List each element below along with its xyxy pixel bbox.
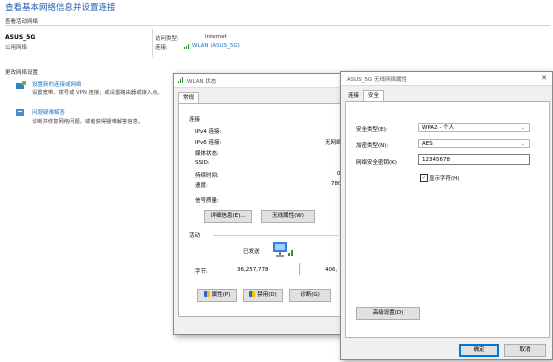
troubleshoot-icon xyxy=(15,108,27,118)
activity-divider xyxy=(213,235,338,236)
connection-link[interactable]: WLAN (ASUS_5G) xyxy=(192,43,240,49)
active-networks-heading: 查看活动网络 xyxy=(5,19,39,25)
media-state-label: 媒体状态: xyxy=(195,151,219,157)
cancel-button[interactable]: 取消 xyxy=(504,344,546,357)
divider xyxy=(5,25,550,26)
connection-label: 连接: xyxy=(155,45,168,51)
duration-label: 持续时间: xyxy=(195,173,219,179)
wireless-properties-button[interactable]: 无线属性(W) xyxy=(261,210,315,223)
diagnose-button[interactable]: 诊断(G) xyxy=(289,289,331,302)
signal-quality-label: 信号质量: xyxy=(195,198,219,204)
activity-section-label: 活动 xyxy=(189,233,201,239)
general-panel: 连接 IPv4 连接: IPv6 连接: 无网络 媒体状态: SSID: 持续时… xyxy=(178,103,342,317)
wlan-icon xyxy=(178,77,184,83)
bytes-label: 字节: xyxy=(195,269,208,275)
task-new-connection-link[interactable]: 设置新的连接或网络 xyxy=(32,80,82,88)
chevron-down-icon: ⌄ xyxy=(520,141,525,147)
network-name: ASUS_5G xyxy=(5,34,36,41)
ok-button[interactable]: 确定 xyxy=(459,344,499,357)
encryption-type-select[interactable]: AES ⌄ xyxy=(418,139,530,148)
show-characters-checkbox[interactable]: ✓ xyxy=(420,174,428,182)
wlan-status-titlebar: WLAN 状态 xyxy=(174,74,344,88)
access-type-value: Internet xyxy=(205,34,227,40)
advanced-settings-button[interactable]: 高级设置(D) xyxy=(356,307,420,320)
properties-button-label: 属性(P) xyxy=(211,292,231,298)
security-type-value: WPA2 - 个人 xyxy=(422,125,455,131)
wifi-signal-icon xyxy=(184,44,190,49)
tab-security[interactable]: 安全 xyxy=(363,90,385,101)
security-panel: 安全类型(E): WPA2 - 个人 ⌄ 加密类型(N): AES ⌄ 网络安全… xyxy=(345,101,550,338)
details-button[interactable]: 详细信息(E)... xyxy=(204,210,252,223)
tab-general[interactable]: 常规 xyxy=(178,92,200,103)
properties-button[interactable]: 属性(P) xyxy=(197,289,237,302)
bytes-divider xyxy=(299,263,300,275)
security-key-label: 网络安全密钥(K) xyxy=(356,160,397,166)
network-type: 公用网络 xyxy=(5,45,28,51)
bytes-sent-value: 36,257,778 xyxy=(237,267,269,273)
show-characters-label: 显示字符(H) xyxy=(429,176,460,182)
encryption-type-value: AES xyxy=(422,141,433,147)
page-title: 查看基本网络信息并设置连接 xyxy=(5,3,116,13)
close-icon[interactable]: ✕ xyxy=(541,74,547,82)
ssid-label: SSID: xyxy=(195,160,210,166)
sent-label: 已发送 xyxy=(243,249,260,255)
wlan-status-title: WLAN 状态 xyxy=(187,79,217,85)
shield-icon xyxy=(203,291,210,297)
new-connection-icon xyxy=(15,81,27,91)
wireless-properties-dialog: ASUS_5G 无线网络属性 ✕ 连接 安全 安全类型(E): WPA2 - 个… xyxy=(340,71,553,360)
connection-section-label: 连接 xyxy=(189,117,201,123)
security-key-input[interactable]: 12345678 xyxy=(418,154,530,165)
encryption-type-label: 加密类型(N): xyxy=(356,143,389,149)
task-new-connection-desc: 设置宽带、拨号或 VPN 连接；或设置路由器或接入点。 xyxy=(32,90,163,96)
ipv6-label: IPv6 连接: xyxy=(195,140,222,146)
chevron-down-icon: ⌄ xyxy=(520,125,525,131)
network-activity-icon xyxy=(271,241,293,257)
disable-button[interactable]: 禁用(D) xyxy=(243,289,283,302)
access-type-label: 访问类型: xyxy=(155,36,179,42)
wireless-properties-title: ASUS_5G 无线网络属性 xyxy=(347,77,408,83)
task-troubleshoot-link[interactable]: 问题疑难解答 xyxy=(32,108,65,116)
security-type-select[interactable]: WPA2 - 个人 ⌄ xyxy=(418,123,530,132)
security-type-label: 安全类型(E): xyxy=(356,127,388,133)
speed-label: 速度: xyxy=(195,183,208,189)
bytes-received-value: 406, xyxy=(325,267,338,273)
tab-connection[interactable]: 连接 xyxy=(343,90,365,101)
shield-icon xyxy=(249,291,256,297)
vertical-divider xyxy=(152,29,153,57)
wireless-properties-titlebar: ASUS_5G 无线网络属性 ✕ xyxy=(341,72,552,86)
wlan-status-dialog: WLAN 状态 常规 连接 IPv4 连接: IPv6 连接: 无网络 媒体状态… xyxy=(173,73,345,335)
task-troubleshoot-desc: 诊断并修复网络问题，或者获得疑难解答信息。 xyxy=(32,119,144,125)
ipv4-label: IPv4 连接: xyxy=(195,129,222,135)
disable-button-label: 禁用(D) xyxy=(257,292,277,298)
change-settings-heading: 更改网络设置 xyxy=(5,70,39,76)
